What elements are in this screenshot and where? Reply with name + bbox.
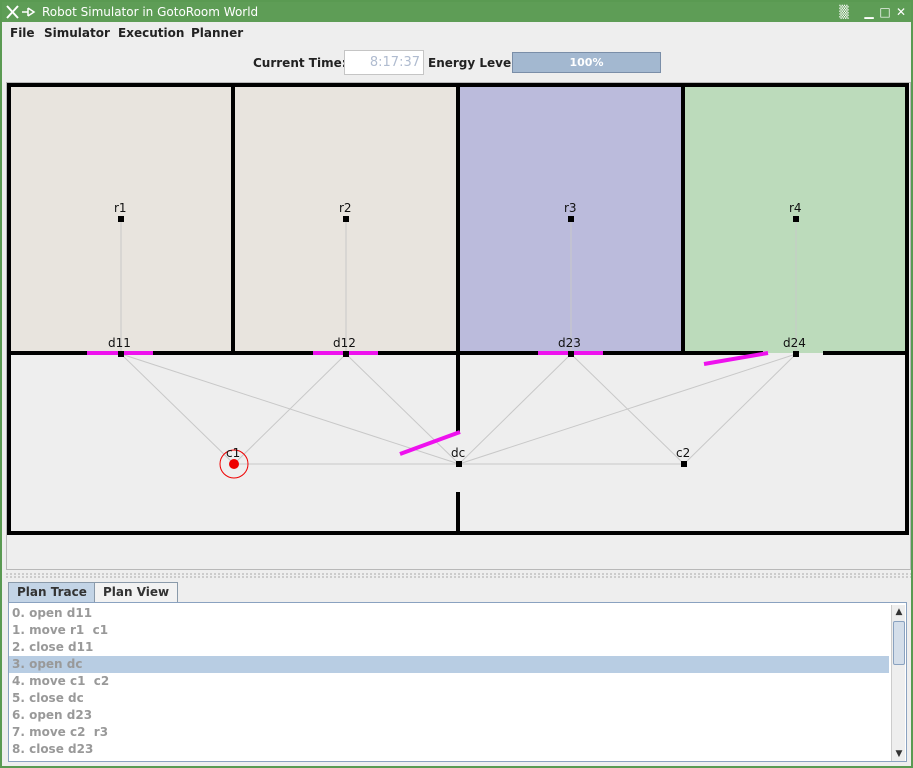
menu-simulator[interactable]: Simulator bbox=[44, 26, 110, 40]
list-item[interactable]: 7. move c2 r3 bbox=[9, 724, 889, 741]
tab-plan-trace[interactable]: Plan Trace bbox=[8, 582, 96, 602]
maximize-window-icon[interactable]: □ bbox=[878, 5, 892, 19]
node-label-d24: d24 bbox=[783, 336, 806, 350]
node-label-c1: c1 bbox=[226, 446, 240, 460]
list-item[interactable]: 5. close dc bbox=[9, 690, 889, 707]
node-label-c2: c2 bbox=[676, 446, 690, 460]
node-r1 bbox=[118, 216, 124, 222]
minimize-window-icon[interactable]: ▁ bbox=[862, 5, 876, 19]
close-window-icon[interactable]: ✕ bbox=[894, 5, 908, 19]
menu-execution[interactable]: Execution bbox=[118, 26, 184, 40]
scroll-up-icon[interactable]: ▲ bbox=[892, 605, 906, 619]
menu-file[interactable]: File bbox=[10, 26, 35, 40]
list-item[interactable]: 6. open d23 bbox=[9, 707, 889, 724]
node-label-d12: d12 bbox=[333, 336, 356, 350]
title-bar[interactable]: Robot Simulator in GotoRoom World ▒ ▁ □ … bbox=[2, 2, 911, 22]
menu-bar: File Simulator Execution Planner bbox=[2, 22, 911, 44]
plan-trace-list[interactable]: 0. open d11 1. move r1 c1 2. close d11 3… bbox=[9, 605, 889, 761]
current-time-label: Current Time: bbox=[253, 56, 347, 70]
tab-plan-view[interactable]: Plan View bbox=[94, 582, 179, 602]
scrollbar-thumb[interactable] bbox=[893, 621, 905, 665]
current-time-field: 8:17:37 bbox=[344, 50, 424, 75]
list-item[interactable]: 4. move c1 c2 bbox=[9, 673, 889, 690]
node-d12 bbox=[343, 351, 349, 357]
node-d24 bbox=[793, 351, 799, 357]
app-icon bbox=[6, 5, 36, 19]
node-label-r1: r1 bbox=[114, 201, 127, 215]
menu-planner[interactable]: Planner bbox=[191, 26, 243, 40]
list-item[interactable]: 1. move r1 c1 bbox=[9, 622, 889, 639]
world-map: r1 r2 r3 r4 d11 d12 d23 d24 c1 dc c2 bbox=[7, 83, 909, 535]
node-dc bbox=[456, 461, 462, 467]
node-label-dc: dc bbox=[451, 446, 465, 460]
node-label-r4: r4 bbox=[789, 201, 802, 215]
list-item[interactable]: 0. open d11 bbox=[9, 605, 889, 622]
plan-trace-panel: 0. open d11 1. move r1 c1 2. close d11 3… bbox=[8, 602, 907, 762]
robot-icon[interactable] bbox=[229, 459, 239, 469]
scroll-down-icon[interactable]: ▼ bbox=[892, 747, 906, 761]
node-label-r2: r2 bbox=[339, 201, 352, 215]
status-toolbar: Current Time: 8:17:37 Energy Level 100% bbox=[2, 44, 911, 82]
node-label-r3: r3 bbox=[564, 201, 577, 215]
node-label-d23: d23 bbox=[558, 336, 581, 350]
node-label-d11: d11 bbox=[108, 336, 131, 350]
window-title: Robot Simulator in GotoRoom World bbox=[42, 5, 259, 19]
node-d23 bbox=[568, 351, 574, 357]
node-c2 bbox=[681, 461, 687, 467]
list-item[interactable]: 2. close d11 bbox=[9, 639, 889, 656]
vertical-scrollbar[interactable]: ▲ ▼ bbox=[891, 605, 905, 761]
energy-level-label: Energy Level bbox=[428, 56, 516, 70]
world-canvas[interactable]: r1 r2 r3 r4 d11 d12 d23 d24 c1 dc c2 bbox=[6, 82, 911, 570]
node-r2 bbox=[343, 216, 349, 222]
energy-level-bar: 100% bbox=[512, 52, 661, 73]
list-item-selected[interactable]: 3. open dc bbox=[9, 656, 889, 673]
split-pane-divider[interactable] bbox=[6, 571, 911, 581]
node-r3 bbox=[568, 216, 574, 222]
app-window: Robot Simulator in GotoRoom World ▒ ▁ □ … bbox=[0, 0, 913, 768]
shade-window-icon[interactable]: ▒ bbox=[837, 5, 851, 19]
node-r4 bbox=[793, 216, 799, 222]
node-d11 bbox=[118, 351, 124, 357]
list-item[interactable]: 8. close d23 bbox=[9, 741, 889, 758]
